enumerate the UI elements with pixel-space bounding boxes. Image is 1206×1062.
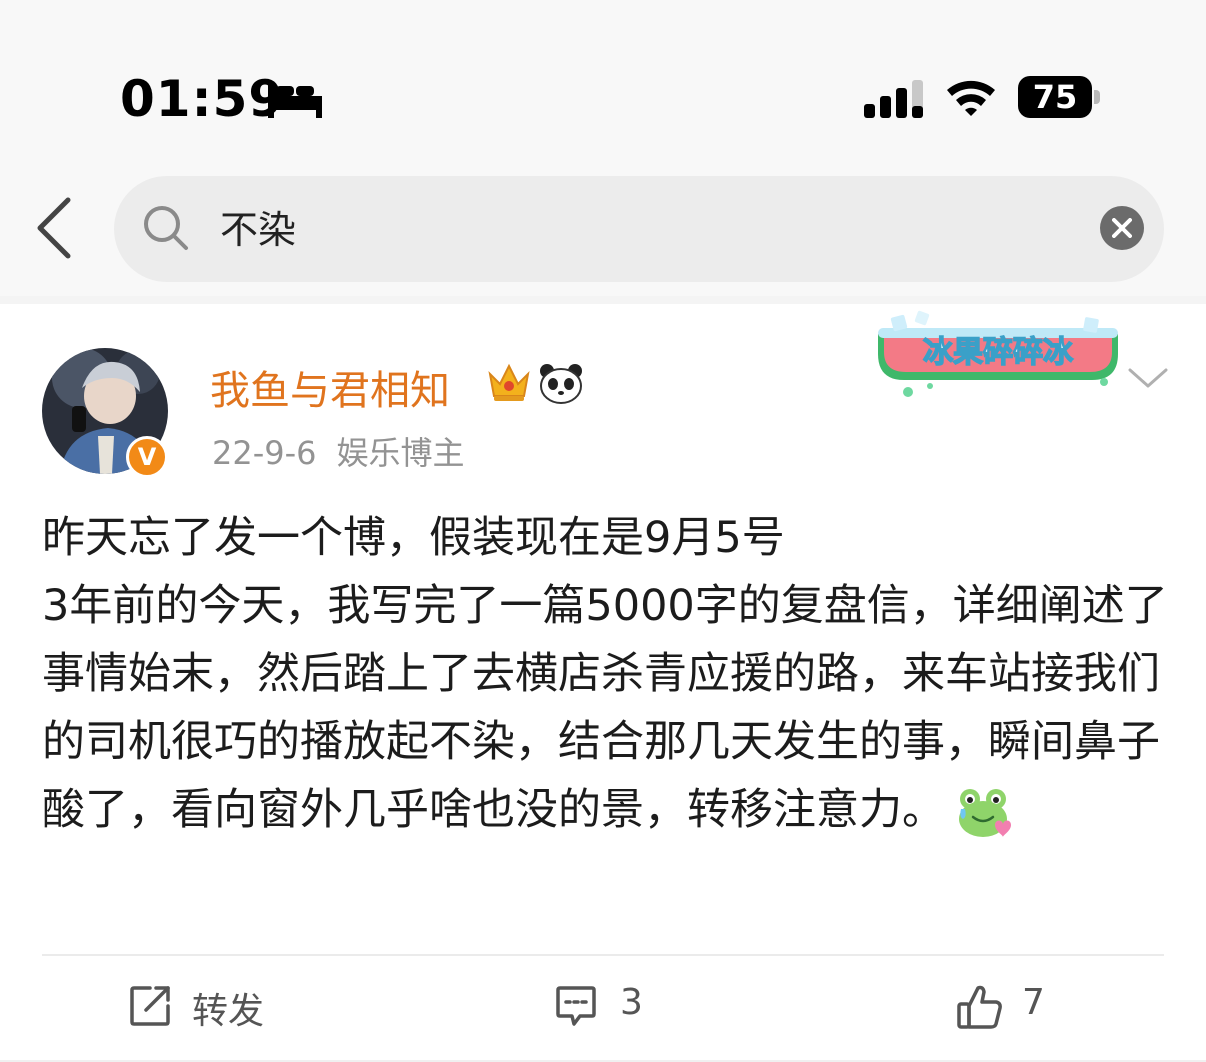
post-body: 昨天忘了发一个博，假装现在是9月5号 3年前的今天，我写完了一篇5000字的复盘…: [42, 504, 1172, 844]
comment-button[interactable]: 3: [554, 980, 664, 1034]
comment-icon: [556, 986, 596, 1026]
post-meta: 22-9-6 娱乐博主: [212, 428, 465, 474]
post-text-line-1: 昨天忘了发一个博，假装现在是9月5号: [42, 513, 785, 563]
panda-icon: [540, 364, 582, 404]
top-bar: 01:59 75: [0, 0, 1206, 296]
post-date: 22-9-6: [212, 434, 317, 472]
back-icon[interactable]: [30, 196, 82, 260]
watermelon-sticker: 冰果碎碎冰: [878, 310, 1118, 397]
wifi-icon: [947, 80, 995, 116]
chevron-down-icon[interactable]: [1128, 366, 1168, 390]
sticker-label: 冰果碎碎冰: [923, 335, 1074, 370]
clear-icon: [1112, 218, 1132, 238]
bed-icon: [268, 84, 322, 118]
thumbs-up-icon: [957, 985, 1002, 1029]
repost-label: 转发: [192, 991, 265, 1032]
clear-button[interactable]: [1100, 206, 1144, 250]
comment-count: 3: [620, 982, 643, 1023]
search-input[interactable]: [220, 204, 1060, 248]
post-card: V 我鱼与君相知 22-9-6 娱乐博主 冰果碎碎冰 昨天忘了发一个博，假装现在是…: [0, 304, 1206, 1062]
username[interactable]: 我鱼与君相知: [210, 358, 450, 416]
battery-cap: [1094, 90, 1100, 104]
divider: [42, 954, 1164, 956]
search-icon: [144, 206, 188, 250]
battery-icon: 75: [1018, 76, 1092, 118]
battery-level: 75: [1032, 78, 1078, 116]
status-time: 01:59: [120, 70, 285, 128]
user-role: 娱乐博主: [336, 434, 465, 472]
like-button[interactable]: 7: [956, 980, 1056, 1034]
status-bar: 01:59 75: [0, 0, 1206, 150]
search-bar[interactable]: [114, 176, 1164, 282]
repost-button[interactable]: 转发: [128, 980, 288, 1034]
repost-icon: [130, 986, 170, 1026]
like-count: 7: [1022, 982, 1045, 1023]
signal-icon: [864, 80, 923, 118]
verified-badge: V: [126, 436, 168, 478]
crown-icon: [488, 363, 530, 401]
frog-emoji-icon: [959, 788, 1011, 837]
